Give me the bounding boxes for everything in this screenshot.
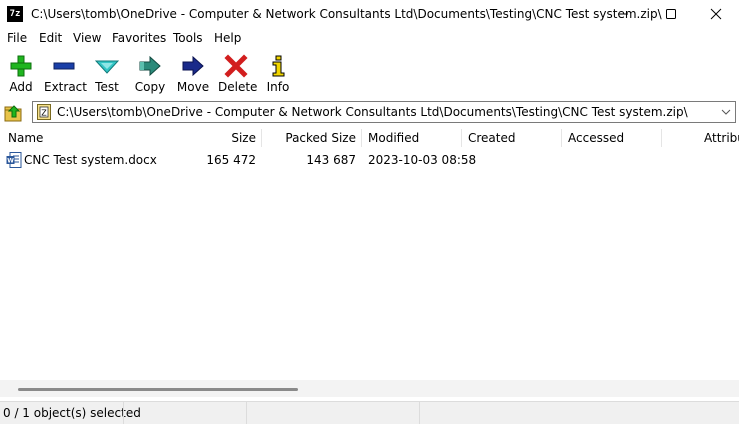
column-header-packed-size[interactable]: Packed Size <box>264 127 356 149</box>
menu-bar: File Edit View Favorites Tools Help <box>0 29 739 48</box>
column-separator[interactable] <box>261 129 262 147</box>
extract-label: Extract <box>44 80 87 94</box>
svg-text:W: W <box>7 158 14 165</box>
maximize-icon <box>666 9 676 19</box>
toolbar: Add Extract Test Copy Move Delete Info <box>0 50 739 98</box>
file-name: CNC Test system.docx <box>24 153 157 167</box>
copy-arrow-icon <box>139 55 161 77</box>
delete-x-icon <box>224 54 248 78</box>
zip-archive-icon: Z <box>37 104 51 120</box>
minimize-icon <box>618 13 628 15</box>
minimize-button[interactable] <box>600 0 646 28</box>
horizontal-scrollbar[interactable] <box>0 380 739 397</box>
move-label: Move <box>176 80 210 94</box>
check-icon <box>95 60 119 74</box>
column-separator[interactable] <box>361 129 362 147</box>
address-row: Z C:\Users\tomb\OneDrive - Computer & Ne… <box>0 100 739 126</box>
maximize-button[interactable] <box>648 0 694 28</box>
file-packed-size: 143 687 <box>306 153 356 167</box>
close-icon <box>710 8 722 20</box>
status-bar: 0 / 1 object(s) selected <box>0 401 739 424</box>
table-row[interactable]: W CNC Test system.docx 165 472 143 687 2… <box>0 150 739 170</box>
copy-label: Copy <box>134 80 166 94</box>
list-header: Name Size Packed Size Modified Created A… <box>0 127 739 149</box>
move-button[interactable]: Move <box>176 54 210 96</box>
up-folder-button[interactable] <box>4 103 24 123</box>
menu-help[interactable]: Help <box>214 31 241 45</box>
plus-icon <box>10 55 32 77</box>
minus-icon <box>53 62 75 70</box>
test-label: Test <box>95 80 119 94</box>
scrollbar-thumb[interactable] <box>18 388 298 391</box>
address-path: C:\Users\tomb\OneDrive - Computer & Netw… <box>57 105 688 119</box>
delete-label: Delete <box>218 80 258 94</box>
address-bar[interactable]: Z C:\Users\tomb\OneDrive - Computer & Ne… <box>32 101 736 123</box>
info-button[interactable]: Info <box>266 54 290 96</box>
word-document-icon: W <box>6 152 22 168</box>
column-separator[interactable] <box>661 129 662 147</box>
chevron-down-icon[interactable] <box>721 105 731 119</box>
column-header-modified[interactable]: Modified <box>368 127 458 149</box>
status-separator <box>246 402 247 424</box>
info-label: Info <box>266 80 290 94</box>
close-window-button[interactable] <box>693 0 739 28</box>
column-separator[interactable] <box>461 129 462 147</box>
title-bar: 7z C:\Users\tomb\OneDrive - Computer & N… <box>0 0 739 30</box>
add-label: Add <box>9 80 33 94</box>
status-separator <box>419 402 420 424</box>
info-icon <box>272 55 285 77</box>
menu-view[interactable]: View <box>73 31 101 45</box>
menu-favorites[interactable]: Favorites <box>112 31 166 45</box>
column-header-accessed[interactable]: Accessed <box>568 127 658 149</box>
column-separator[interactable] <box>561 129 562 147</box>
move-arrow-icon <box>182 55 204 77</box>
column-header-attributes[interactable]: Attribu <box>704 127 739 149</box>
menu-tools[interactable]: Tools <box>173 31 203 45</box>
column-header-created[interactable]: Created <box>468 127 558 149</box>
extract-button[interactable]: Extract <box>44 54 87 96</box>
column-header-size[interactable]: Size <box>190 127 256 149</box>
add-button[interactable]: Add <box>4 54 38 96</box>
file-size: 165 472 <box>206 153 256 167</box>
up-folder-icon <box>4 105 22 122</box>
status-selection: 0 / 1 object(s) selected <box>3 406 141 420</box>
copy-button[interactable]: Copy <box>134 54 166 96</box>
app-icon: 7z <box>7 6 23 22</box>
menu-edit[interactable]: Edit <box>39 31 62 45</box>
menu-file[interactable]: File <box>7 31 27 45</box>
svg-text:Z: Z <box>41 109 47 118</box>
status-separator <box>123 402 124 424</box>
file-modified: 2023-10-03 08:58 <box>368 153 477 167</box>
window-title: C:\Users\tomb\OneDrive - Computer & Netw… <box>31 7 662 21</box>
delete-button[interactable]: Delete <box>218 54 258 96</box>
column-header-name[interactable]: Name <box>8 127 138 149</box>
test-button[interactable]: Test <box>92 54 122 96</box>
